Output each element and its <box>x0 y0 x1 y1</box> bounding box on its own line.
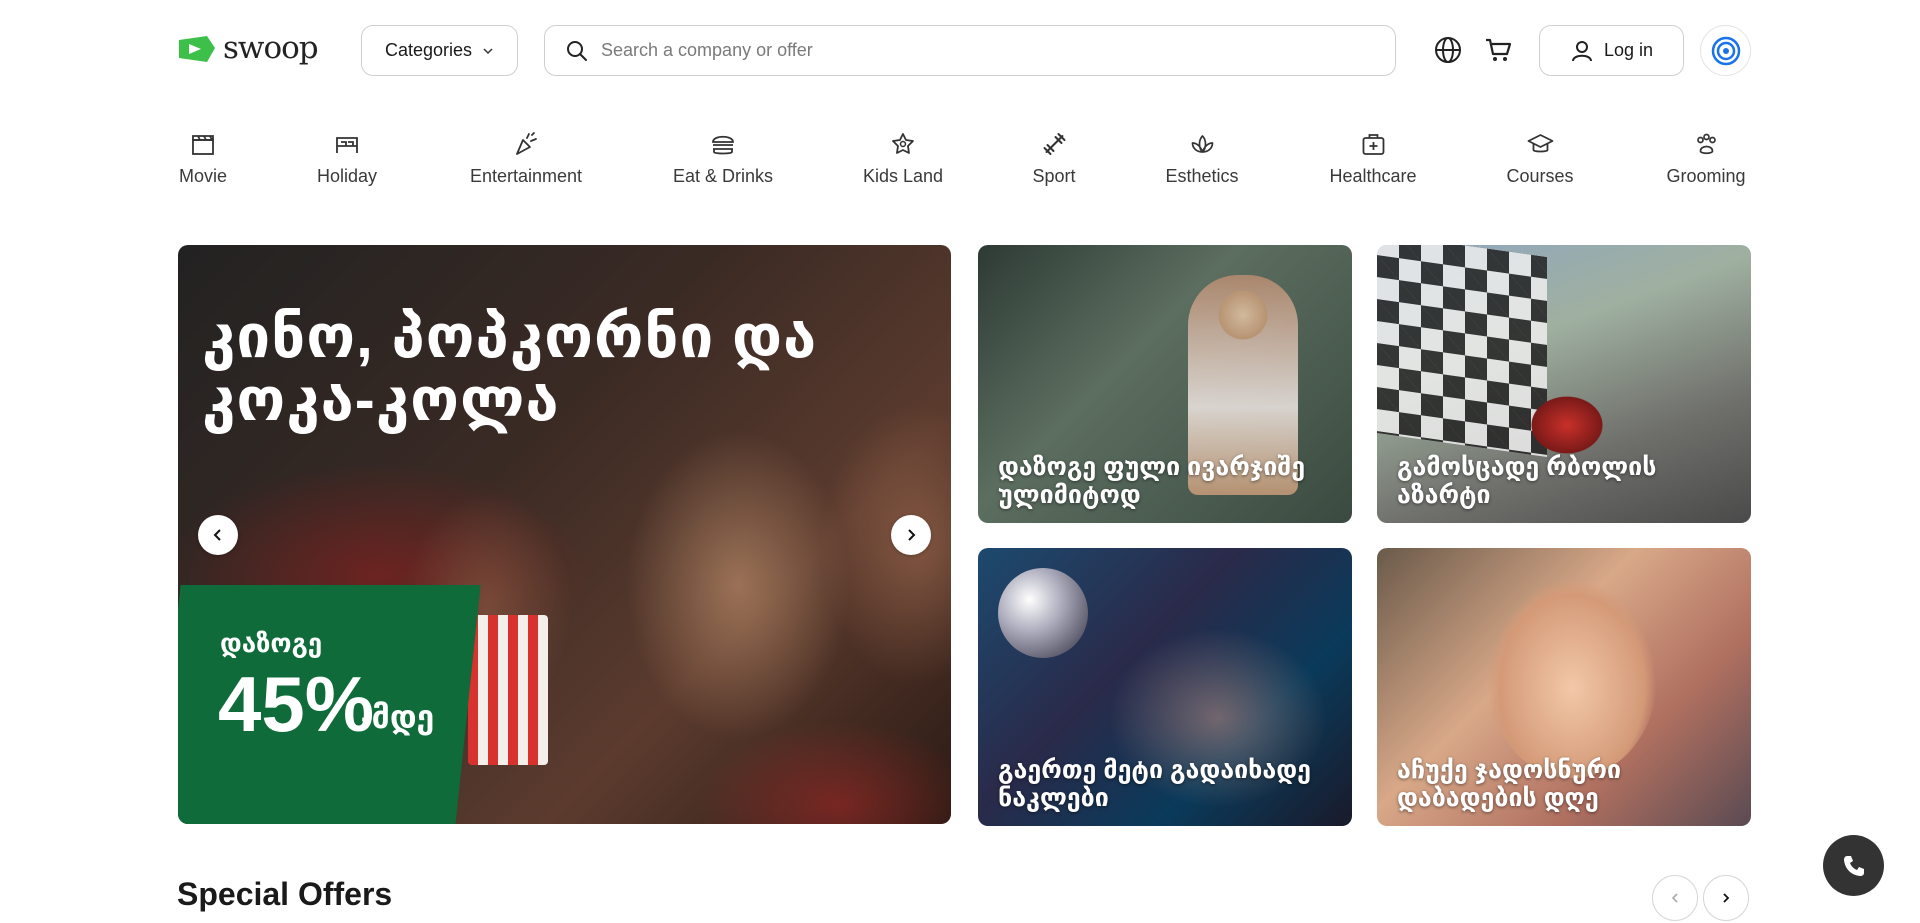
promo-tile-karting[interactable]: გამოსცადე რბოლის აზარტი <box>1377 245 1751 523</box>
party-popper-icon <box>516 132 537 155</box>
swoop-logo-icon <box>179 35 215 62</box>
category-label: Sport <box>1032 166 1076 186</box>
category-entertainment[interactable]: Entertainment <box>470 130 582 187</box>
language-globe-button[interactable] <box>1432 34 1464 66</box>
accessibility-button[interactable] <box>1700 25 1751 76</box>
category-label: Eat & Drinks <box>672 166 774 186</box>
category-label: Entertainment <box>469 166 583 186</box>
search-input[interactable] <box>601 40 1381 61</box>
laughing-child-image <box>1487 578 1657 778</box>
tile-caption: გამოსცადე რბოლის აზარტი <box>1397 453 1657 509</box>
burger-icon <box>712 135 734 155</box>
medical-kit-icon <box>1362 134 1384 155</box>
tile-caption: აჩუქე ჯადოსნური დაბადების დღე <box>1397 756 1622 812</box>
cart-button[interactable] <box>1482 34 1514 66</box>
promo-tile-birthday[interactable]: აჩუქე ჯადოსნური დაბადების დღე <box>1377 548 1751 826</box>
chevron-right-icon <box>1723 893 1730 903</box>
category-nav: Movie Holiday Entertainment Eat & Drinks… <box>0 130 1920 200</box>
chevron-left-icon <box>1671 893 1678 903</box>
chevron-down-icon <box>483 47 493 54</box>
header: swoop Categories Log in <box>0 0 1920 100</box>
star-badge-icon <box>892 133 914 154</box>
category-eat-drinks[interactable]: Eat & Drinks <box>673 130 773 187</box>
paw-icon <box>1696 133 1716 155</box>
special-offers-next-button[interactable] <box>1703 875 1749 921</box>
bed-icon <box>336 137 358 153</box>
categories-dropdown-button[interactable]: Categories <box>361 25 518 76</box>
category-movie[interactable]: Movie <box>179 130 227 187</box>
globe-icon <box>1435 37 1461 63</box>
swoop-logo[interactable]: swoop <box>177 30 319 66</box>
category-courses[interactable]: Courses <box>1506 130 1574 187</box>
search-icon <box>567 40 587 61</box>
logo-text: swoop <box>223 30 319 66</box>
categories-label: Categories <box>384 40 473 60</box>
popcorn-bucket-image <box>468 615 548 765</box>
hero-next-button[interactable] <box>891 515 931 555</box>
special-offers-title: Special Offers <box>177 876 393 912</box>
category-label: Esthetics <box>1165 166 1239 186</box>
promo-tile-fitness[interactable]: დაზოგე ფული ივარჯიშე ულიმიტოდ <box>978 245 1352 523</box>
hero-title: კინო, პოპკორნი და კოკა-კოლა <box>202 303 818 433</box>
target-icon <box>1711 36 1740 65</box>
search-bar[interactable] <box>544 25 1396 76</box>
category-healthcare[interactable]: Healthcare <box>1329 130 1417 187</box>
dumbbell-icon <box>1043 133 1065 155</box>
hero-deal-percent: 45% <box>218 660 375 748</box>
promo-tile-party[interactable]: გაერთე მეტი გადაიხადე ნაკლები <box>978 548 1352 826</box>
category-sport[interactable]: Sport <box>1032 130 1076 187</box>
category-label: Holiday <box>316 166 378 186</box>
category-esthetics[interactable]: Esthetics <box>1165 130 1239 187</box>
call-support-button[interactable] <box>1823 835 1884 896</box>
clapperboard-icon <box>192 135 214 155</box>
chevron-left-icon <box>213 529 221 541</box>
special-offers-prev-button[interactable] <box>1652 875 1698 921</box>
hero-deal-suffix: -მდე <box>361 699 435 735</box>
disco-ball-image <box>998 568 1088 658</box>
category-label: Movie <box>178 166 228 186</box>
category-label: Kids Land <box>862 166 944 186</box>
login-label: Log in <box>1603 40 1654 60</box>
graduation-cap-icon <box>1527 134 1553 153</box>
category-label: Grooming <box>1666 166 1746 186</box>
hero-banner[interactable]: კინო, პოპკორნი და კოკა-კოლა დაზოგე 45% -… <box>178 245 951 824</box>
lotus-icon <box>1191 135 1213 153</box>
hero-prev-button[interactable] <box>198 515 238 555</box>
category-label: Healthcare <box>1329 166 1417 186</box>
chevron-right-icon <box>908 529 916 541</box>
user-icon <box>1571 40 1592 61</box>
category-label: Courses <box>1506 166 1574 186</box>
category-kids-land[interactable]: Kids Land <box>863 130 943 187</box>
tile-caption: გაერთე მეტი გადაიხადე ნაკლები <box>998 756 1311 812</box>
cart-icon <box>1486 38 1512 61</box>
login-button[interactable]: Log in <box>1539 25 1684 76</box>
phone-icon <box>1843 855 1864 876</box>
category-holiday[interactable]: Holiday <box>317 130 377 187</box>
category-grooming[interactable]: Grooming <box>1666 130 1746 187</box>
tile-caption: დაზოგე ფული ივარჯიშე ულიმიტოდ <box>998 453 1306 509</box>
hero-deal-top: დაზოგე <box>220 628 323 658</box>
